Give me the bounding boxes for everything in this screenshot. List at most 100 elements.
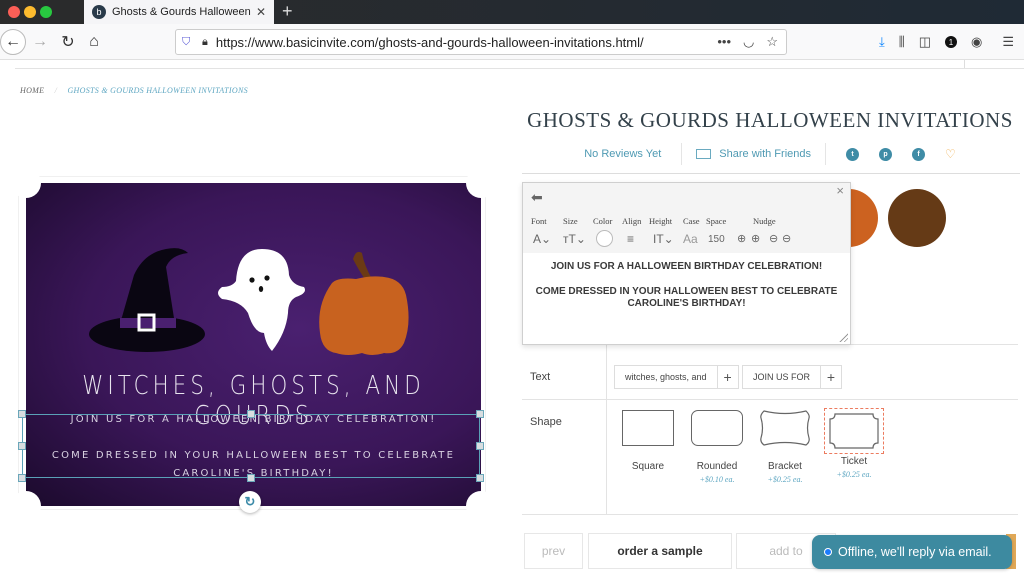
tool-label-color: Color <box>593 216 613 226</box>
square-shape-icon <box>622 410 674 446</box>
text-editor-popover[interactable]: ⬅ × Font Size Color Align Height Case Sp… <box>522 182 851 345</box>
library-icon[interactable]: ⫼ <box>899 34 905 50</box>
back-button[interactable]: ← <box>0 29 26 55</box>
shape-name: Ticket <box>840 456 868 467</box>
tab-close-icon[interactable]: ✕ <box>256 5 266 19</box>
card-body-line[interactable]: JOIN US FOR A HALLOWEEN BIRTHDAY CELEBRA… <box>26 414 481 425</box>
shape-name: Square <box>631 461 665 472</box>
prev-button[interactable]: prev <box>524 533 583 569</box>
text-chip[interactable]: JOIN US FOR + <box>742 365 843 389</box>
page-actions-icon[interactable]: ••• <box>717 34 731 50</box>
rotate-icon[interactable]: ↻ <box>239 491 261 513</box>
breadcrumb-separator: / <box>54 86 58 95</box>
tool-label-case: Case <box>683 216 700 226</box>
breadcrumb: HOME / GHOSTS & GOURDS HALLOWEEN INVITAT… <box>20 86 248 95</box>
heart-icon[interactable]: ♡ <box>945 147 956 161</box>
card-illustrations <box>89 248 409 355</box>
line-height-dropdown[interactable]: IT⌄ <box>653 232 674 246</box>
window-close-button[interactable] <box>8 6 20 18</box>
facebook-icon[interactable]: f <box>912 147 925 161</box>
nudge-right-icon[interactable]: ⊖ <box>782 232 791 245</box>
shape-name: Bracket <box>768 461 802 472</box>
account-icon[interactable]: ◉ <box>971 34 982 50</box>
card-body-line[interactable]: COME DRESSED IN YOUR HALLOWEEN BEST TO C… <box>26 450 481 461</box>
lock-icon[interactable]: 🔒︎ <box>202 36 208 49</box>
url-text[interactable]: https://www.basicinvite.com/ghosts-and-g… <box>216 35 717 50</box>
extension-badge-icon[interactable]: 1 <box>945 36 957 48</box>
size-dropdown[interactable]: ᴛT⌄ <box>563 232 586 246</box>
shape-option-bracket[interactable]: Bracket +$0.25 ea. <box>756 408 814 484</box>
order-sample-button[interactable]: order a sample <box>588 533 732 569</box>
ticket-notch <box>466 491 496 521</box>
window-zoom-button[interactable] <box>40 6 52 18</box>
shape-option-ticket-selected[interactable] <box>824 408 884 454</box>
witch-hat-icon <box>89 248 205 352</box>
editor-text-line: JOIN US FOR A HALLOWEEN BIRTHDAY CELEBRA… <box>550 261 823 272</box>
sidebar-icon[interactable]: ◫ <box>919 34 931 50</box>
menu-icon[interactable]: ☰ <box>1002 34 1014 50</box>
editor-toolbar: ⬅ × Font Size Color Align Height Case Sp… <box>523 183 850 253</box>
tool-label-space: Space <box>706 216 727 226</box>
breadcrumb-current[interactable]: GHOSTS & GOURDS HALLOWEEN INVITATIONS <box>67 86 247 95</box>
ticket-notch <box>11 491 41 521</box>
card-body-line[interactable]: CAROLINE'S BIRTHDAY! <box>26 468 481 479</box>
shape-price: +$0.25 ea. <box>836 470 872 479</box>
color-picker[interactable] <box>596 230 613 247</box>
tool-label-align: Align <box>622 216 642 226</box>
letter-spacing-value[interactable]: 150 <box>708 234 725 245</box>
pocket-icon[interactable]: ◡ <box>743 34 754 50</box>
header-divider <box>15 68 1024 69</box>
downloads-icon[interactable]: ⤓ <box>879 34 885 50</box>
address-bar[interactable]: ⛉ 🔒︎ https://www.basicinvite.com/ghosts-… <box>175 29 787 55</box>
resize-grip-icon[interactable] <box>838 332 848 342</box>
ticket-shape-icon <box>829 413 879 449</box>
back-arrow-icon[interactable]: ⬅ <box>531 189 543 206</box>
share-with-friends-link[interactable]: Share with Friends <box>682 148 825 160</box>
add-text-icon[interactable]: + <box>718 369 738 385</box>
home-button[interactable]: ⌂ <box>84 30 104 54</box>
text-chip-label[interactable]: witches, ghosts, and <box>615 366 718 388</box>
new-tab-button[interactable]: + <box>282 1 293 22</box>
text-chip-label[interactable]: JOIN US FOR <box>743 366 822 388</box>
invitation-card-preview[interactable]: WITCHES, GHOSTS, AND GOURDS JOIN US FOR … <box>11 168 496 521</box>
tool-label-nudge: Nudge <box>753 216 776 226</box>
case-button[interactable]: Aa <box>683 232 698 246</box>
color-swatch-brown[interactable] <box>888 189 946 247</box>
forward-button[interactable]: → <box>30 30 50 54</box>
reload-button[interactable]: ↻ <box>58 30 78 54</box>
close-icon[interactable]: × <box>836 183 844 198</box>
ticket-label-group: Ticket +$0.25 ea. <box>824 456 884 479</box>
shape-option-square[interactable]: Square <box>619 408 677 475</box>
font-dropdown[interactable]: A⌄ <box>533 232 551 246</box>
editor-text-line: COME DRESSED IN YOUR HALLOWEEN BEST TO C… <box>535 285 838 297</box>
reviews-link[interactable]: No Reviews Yet <box>584 148 681 160</box>
status-dot-icon <box>824 548 832 556</box>
live-chat-widget[interactable]: Offline, we'll reply via email. <box>812 535 1012 569</box>
pinterest-icon[interactable]: p <box>879 147 892 161</box>
product-title: GHOSTS & GOURDS HALLOWEEN INVITATIONS <box>527 108 1013 132</box>
add-text-icon[interactable]: + <box>821 369 841 385</box>
text-option-label: Text <box>530 371 551 383</box>
breadcrumb-home[interactable]: HOME <box>20 86 44 95</box>
bookmark-star-icon[interactable]: ☆ <box>766 34 778 50</box>
align-button[interactable]: ≡ <box>627 232 634 246</box>
browser-tab-active[interactable]: b Ghosts & Gourds Halloween Inv ✕ <box>84 0 274 24</box>
editor-textarea[interactable]: JOIN US FOR A HALLOWEEN BIRTHDAY CELEBRA… <box>523 261 850 311</box>
browser-tab-bar: b Ghosts & Gourds Halloween Inv ✕ + <box>0 0 1024 24</box>
window-minimize-button[interactable] <box>24 6 36 18</box>
tool-label-size: Size <box>563 216 578 226</box>
tracking-shield-icon[interactable]: ⛉ <box>182 36 194 49</box>
text-chip[interactable]: witches, ghosts, and + <box>614 365 739 389</box>
nudge-down-icon[interactable]: ⊕ <box>737 232 746 245</box>
share-label: Share with Friends <box>719 148 811 160</box>
shape-price: +$0.25 ea. <box>767 475 803 484</box>
options-column-divider <box>606 340 607 515</box>
twitter-icon[interactable]: t <box>846 147 859 161</box>
nudge-left-icon[interactable]: ⊖ <box>769 232 778 245</box>
site-favicon-icon: b <box>92 5 106 19</box>
nudge-up-icon[interactable]: ⊕ <box>751 232 760 245</box>
bracket-shape-icon <box>760 410 810 446</box>
shape-option-rounded[interactable]: Rounded +$0.10 ea. <box>688 408 746 484</box>
envelope-icon <box>696 149 712 159</box>
shape-option-label: Shape <box>530 416 562 428</box>
